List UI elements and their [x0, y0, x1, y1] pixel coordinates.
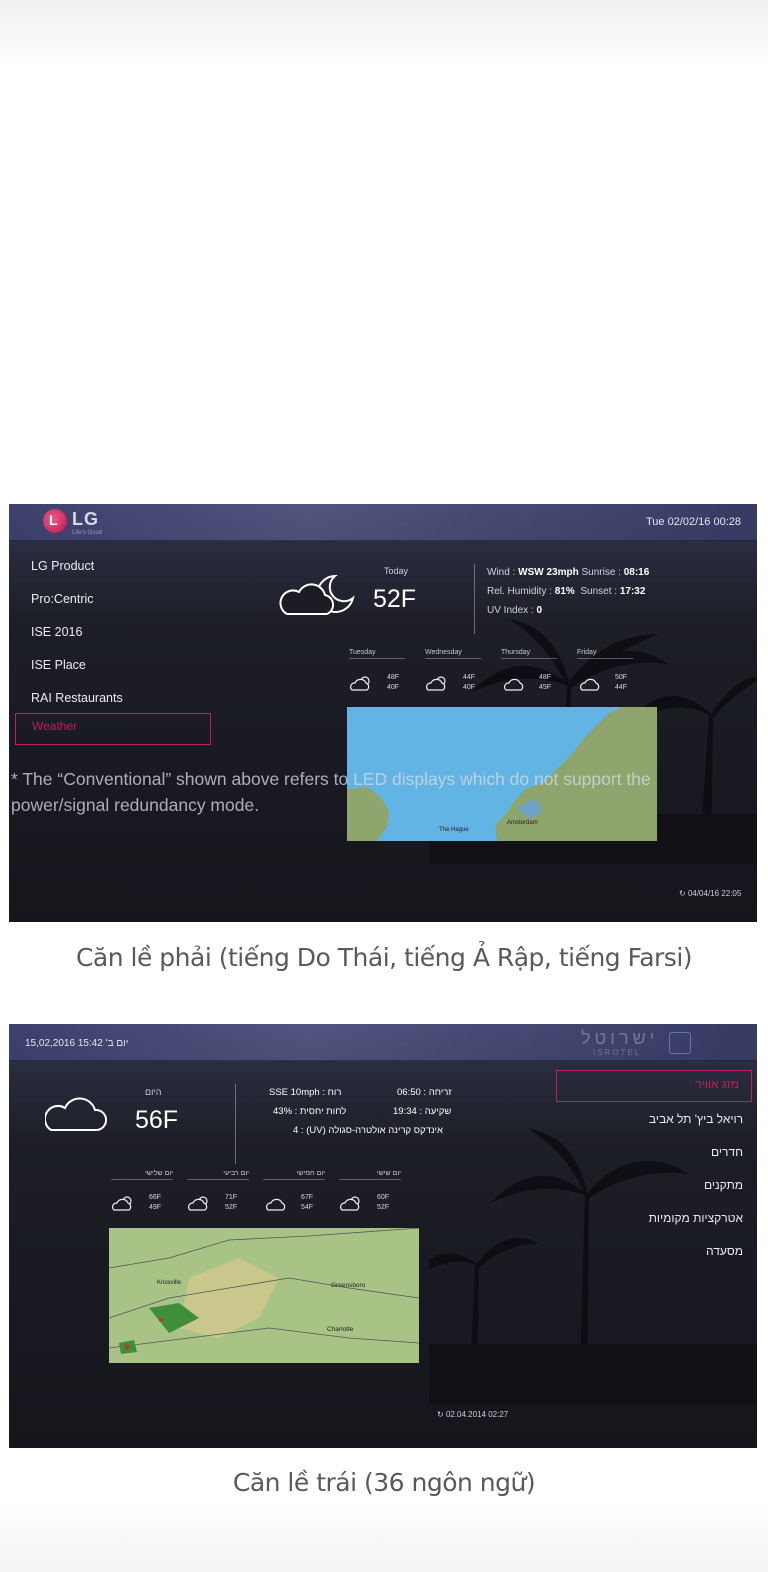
forecast-day-4: יום שישי — [339, 1170, 401, 1180]
forecast-day-4: Friday — [577, 649, 633, 659]
refresh-icon[interactable]: ↻ — [437, 1410, 444, 1419]
partly-cloudy-sun-icon — [350, 676, 370, 691]
isrotel-logo-sub: ISROTEL — [593, 1048, 642, 1057]
forecast-lo: 40F — [463, 684, 476, 691]
map-label-the-hague: The Hague — [439, 827, 469, 833]
menu-item-weather-selected[interactable]: Weather — [15, 713, 211, 745]
tv-screen-left-aligned: L LG Life's Good Tue 02/02/16 00:28 LG P… — [9, 504, 757, 922]
humidity-row: לחות יחסית : 43% — [273, 1106, 347, 1117]
datetime: Tue 02/02/16 00:28 — [645, 516, 741, 528]
caption-left-align: Căn lề trái (36 ngôn ngữ) — [232, 1468, 536, 1497]
menu-item-weather-selected[interactable]: מזג אוויר — [556, 1070, 752, 1102]
page: { "screen1": { "logo_text": "LG", "logo_… — [0, 0, 768, 1572]
footnote-overlay: * The “Conventional” shown above refers … — [11, 769, 651, 815]
forecast-hi: 48F — [387, 674, 400, 681]
datetime: יום ב' 15:42 15,02,2016 — [25, 1038, 129, 1049]
forecast-hi: 44F — [463, 674, 476, 681]
isrotel-logo-text: ישרוטל — [581, 1028, 659, 1048]
menu-item-procentric[interactable]: Pro:Centric — [31, 592, 94, 606]
menu-item-local-attractions[interactable]: אטרקציות מקומיות — [649, 1211, 743, 1225]
wind-row: רוח : SSE 10mph — [269, 1087, 342, 1098]
wind-row: Wind : WSW 23mph Sunrise : 08:16 — [487, 567, 650, 578]
today-label: Today — [384, 566, 409, 576]
menu-item-ise-place[interactable]: ISE Place — [31, 658, 86, 672]
caption-right-align: Căn lề phải (tiếng Do Thái, tiếng Ả Rập,… — [75, 943, 693, 972]
sunset-row: שקיעה : 19:34 — [393, 1106, 452, 1117]
partly-cloudy-sun-icon — [112, 1196, 132, 1211]
cloud-moon-icon — [279, 574, 355, 615]
forecast-day-3: Thursday — [501, 649, 557, 659]
map-label-knoxville: Knoxville — [157, 1280, 182, 1286]
menu-item-rooms[interactable]: חדרים — [711, 1145, 743, 1159]
refresh-row: ↻ 02.04.2014 02:27 — [437, 1410, 508, 1419]
forecast-lo: 45F — [539, 684, 552, 691]
forecast-hi: 60F — [377, 1194, 390, 1201]
forecast-hi: 71F — [225, 1194, 238, 1201]
cloud-icon — [266, 1198, 286, 1211]
cloud-icon — [504, 678, 524, 691]
menu-item-ise-2016[interactable]: ISE 2016 — [31, 625, 82, 639]
menu-item-lg-product[interactable]: LG Product — [31, 559, 94, 573]
menu-item-royal-beach[interactable]: רויאל ביץ' תל אביב — [649, 1112, 743, 1126]
humidity-row: Rel. Humidity : 81% Sunset : 17:32 — [487, 586, 646, 597]
divider — [474, 564, 475, 634]
forecast-day-2: יום רביעי — [187, 1170, 249, 1180]
divider — [235, 1084, 236, 1164]
forecast-lo: 54F — [301, 1204, 314, 1211]
forecast-lo: 44F — [615, 684, 628, 691]
top-bar — [9, 504, 757, 541]
forecast-hi: 48F — [539, 674, 552, 681]
sunrise-row: זריחה : 06:50 — [397, 1087, 452, 1098]
refresh-time: 02.04.2014 02:27 — [445, 1410, 509, 1419]
forecast-hi: 50F — [615, 674, 628, 681]
partly-cloudy-sun-icon — [340, 1196, 360, 1211]
refresh-icon[interactable]: ↻ — [679, 889, 686, 898]
weather-map[interactable]: Greensboro Charlotte Knoxville — [109, 1228, 419, 1363]
map-label-amsterdam: Amsterdam — [507, 820, 538, 826]
logo-text: LG — [72, 509, 99, 529]
menu-item-rai-restaurants[interactable]: RAI Restaurants — [31, 691, 123, 705]
forecast-hi: 66F — [149, 1194, 162, 1201]
map-label-charlotte: Charlotte — [327, 1326, 354, 1333]
current-temperature: 56F — [135, 1106, 179, 1134]
uv-row: אינדקס קרינה אולטרה-סגולה (UV) : 4 — [293, 1125, 443, 1136]
forecast-lo: 52F — [225, 1204, 238, 1211]
forecast-day-2: Wednesday — [425, 649, 481, 659]
map-terrain — [109, 1228, 419, 1363]
lg-logo-icon: L — [43, 509, 67, 533]
refresh-row: ↻ 04/04/16 22:05 — [679, 889, 741, 898]
forecast-hi: 67F — [301, 1194, 314, 1201]
map-label-greensboro: Greensboro — [331, 1282, 366, 1289]
forecast-day-1: יום שלישי — [111, 1170, 173, 1180]
cloud-icon — [45, 1097, 107, 1131]
isrotel-emblem-icon — [669, 1032, 691, 1054]
today-label: היום — [145, 1087, 162, 1097]
cloud-icon — [580, 678, 600, 691]
tv-screen-right-aligned: יום ב' 15:42 15,02,2016 ישרוטל ISROTEL מ… — [9, 1024, 757, 1448]
current-temperature: 52F — [373, 585, 417, 613]
menu-item-facilities[interactable]: מתקנים — [704, 1178, 743, 1192]
partly-cloudy-sun-icon — [426, 676, 446, 691]
uv-row: UV Index : 0 — [487, 605, 543, 616]
forecast-lo: 52F — [377, 1204, 390, 1211]
refresh-time: 04/04/16 22:05 — [687, 889, 742, 898]
logo-tagline: Life's Good — [72, 530, 103, 536]
partly-cloudy-sun-icon — [188, 1196, 208, 1211]
forecast-day-1: Tuesday — [349, 649, 405, 659]
forecast-lo: 49F — [149, 1204, 162, 1211]
forecast-lo: 40F — [387, 684, 400, 691]
menu-item-restaurant[interactable]: מסעדה — [706, 1244, 743, 1258]
forecast-day-3: יום חמישי — [263, 1170, 325, 1180]
